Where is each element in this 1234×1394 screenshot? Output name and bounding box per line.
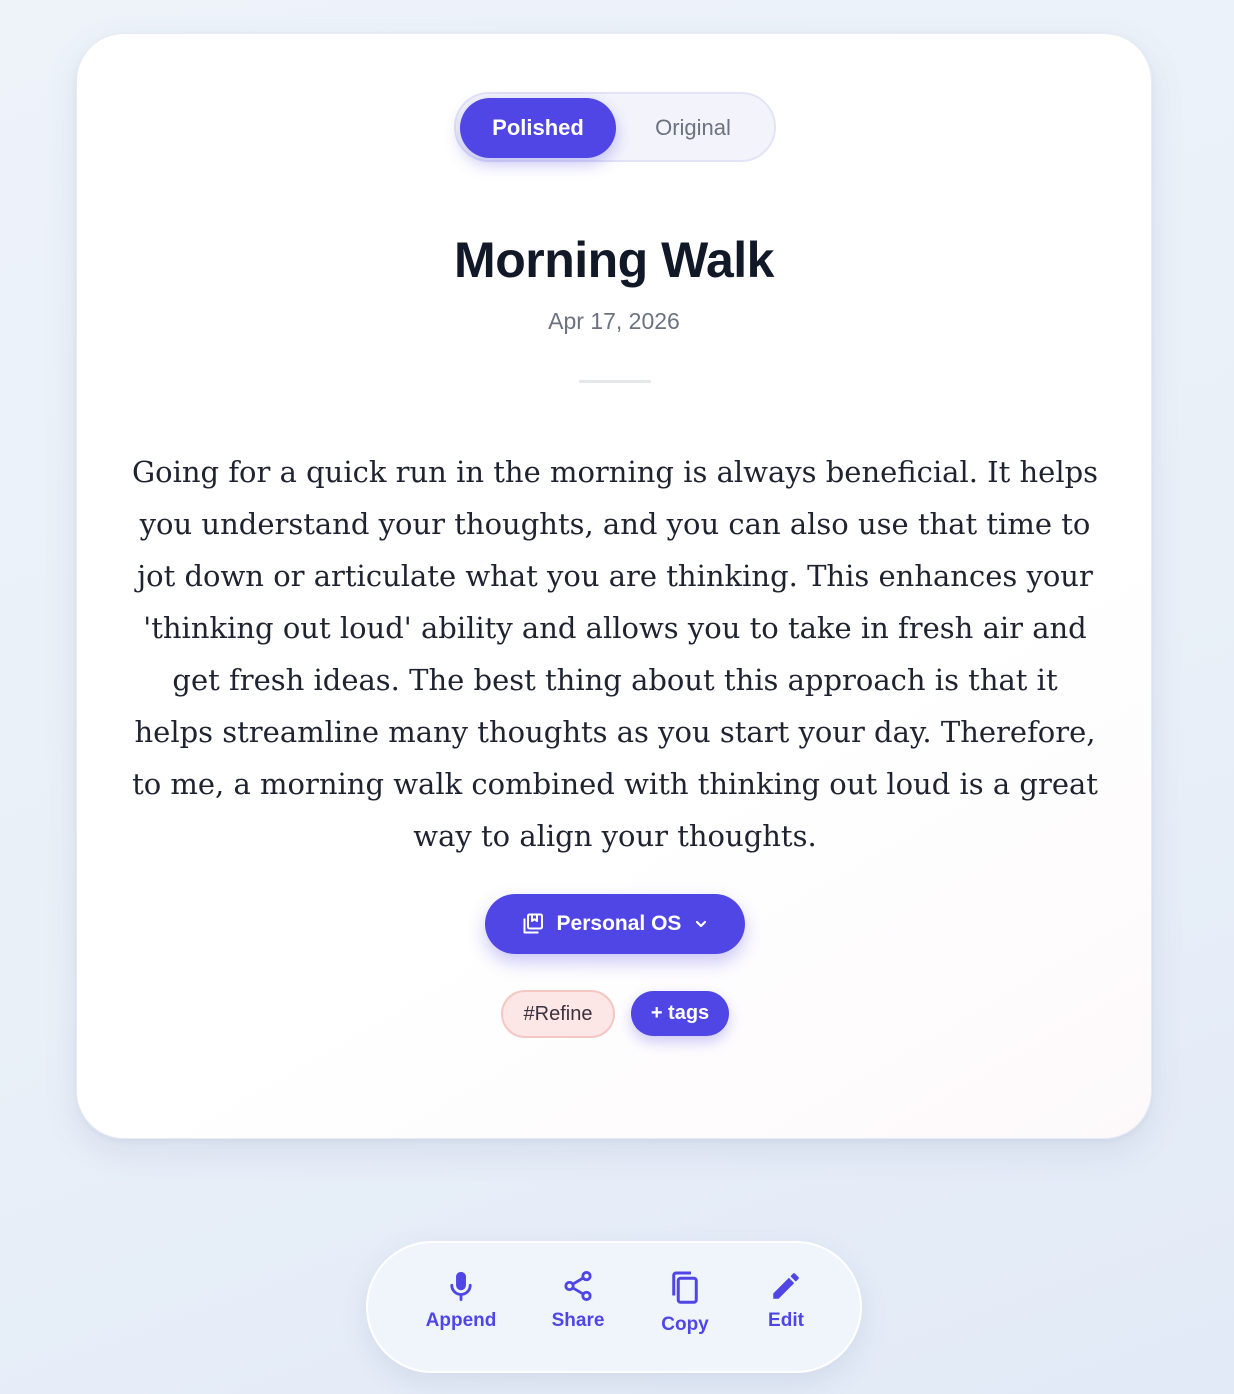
append-button[interactable]: Append <box>424 1269 498 1349</box>
copy-label: Copy <box>661 1314 709 1335</box>
note-body: Going for a quick run in the morning is … <box>131 455 1099 853</box>
note-card: Polished Original Morning Walk Apr 17, 2… <box>76 33 1152 1139</box>
share-button[interactable]: Share <box>546 1269 610 1349</box>
append-label: Append <box>425 1310 497 1331</box>
copy-icon <box>667 1269 703 1313</box>
add-tags-button[interactable]: + tags <box>631 991 729 1036</box>
copy-button[interactable]: Copy <box>656 1269 714 1349</box>
chevron-down-icon <box>693 916 709 932</box>
pencil-icon <box>769 1269 803 1309</box>
collection-icon <box>521 912 545 936</box>
note-date: Apr 17, 2026 <box>548 308 680 334</box>
collection-dropdown-button[interactable]: Personal OS <box>485 894 745 954</box>
toggle-original[interactable]: Original <box>616 98 770 158</box>
share-icon <box>561 1269 595 1309</box>
edit-button[interactable]: Edit <box>760 1269 812 1349</box>
note-title: Morning Walk <box>454 232 774 288</box>
divider <box>579 380 651 383</box>
view-toggle: Polished Original <box>454 92 776 162</box>
action-bar: Append Share Copy Edit <box>366 1241 862 1373</box>
microphone-icon <box>444 1269 478 1309</box>
collection-label: Personal OS <box>556 912 682 935</box>
share-label: Share <box>551 1310 605 1331</box>
toggle-polished[interactable]: Polished <box>460 98 616 158</box>
edit-label: Edit <box>768 1310 804 1331</box>
tag-chip[interactable]: #Refine <box>501 990 615 1038</box>
